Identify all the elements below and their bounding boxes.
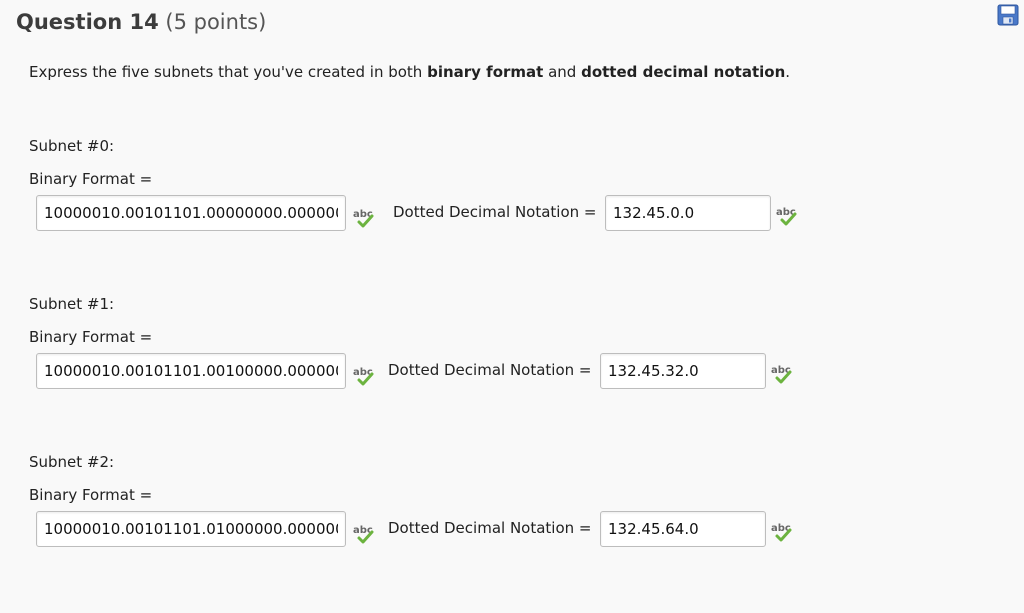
spellcheck-button[interactable]: abc <box>774 205 802 229</box>
dotted-decimal-input[interactable] <box>605 195 771 231</box>
prompt-bold-binary: binary format <box>427 63 544 81</box>
spellcheck-button[interactable]: abc <box>769 363 797 387</box>
spellcheck-icon: abc <box>353 209 374 228</box>
spellcheck-icon: abc <box>353 367 374 386</box>
prompt-text-1: Express the five subnets that you've cre… <box>29 63 428 81</box>
floppy-disk-icon <box>997 4 1019 26</box>
spellcheck-icon: abc <box>771 523 792 542</box>
subnet-block-2: Subnet #2: Binary Format = abc Dotted De… <box>0 453 1024 613</box>
dotted-decimal-input[interactable] <box>600 353 766 389</box>
binary-format-label: Binary Format = <box>29 170 153 188</box>
binary-format-input[interactable] <box>36 195 346 231</box>
question-points: (5 points) <box>165 10 267 34</box>
question-prompt: Express the five subnets that you've cre… <box>29 63 790 81</box>
binary-format-label: Binary Format = <box>29 328 153 346</box>
prompt-text-3: . <box>785 63 791 81</box>
subnet-block-1: Subnet #1: Binary Format = abc Dotted De… <box>0 295 1024 455</box>
spellcheck-button[interactable]: abc <box>351 207 379 231</box>
binary-format-input[interactable] <box>36 353 346 389</box>
spellcheck-button[interactable]: abc <box>351 365 379 389</box>
question-number: Question 14 <box>16 10 159 34</box>
binary-format-input[interactable] <box>36 511 346 547</box>
prompt-text-2: and <box>543 63 582 81</box>
dotted-decimal-label: Dotted Decimal Notation = <box>393 203 597 221</box>
spellcheck-button[interactable]: abc <box>769 521 797 545</box>
dotted-decimal-label: Dotted Decimal Notation = <box>388 519 592 537</box>
binary-format-label: Binary Format = <box>29 486 153 504</box>
spellcheck-icon: abc <box>771 365 792 384</box>
subnet-block-0: Subnet #0: Binary Format = abc Dotted De… <box>0 137 1024 297</box>
subnet-title: Subnet #1: <box>29 295 115 313</box>
save-button[interactable] <box>997 4 1019 26</box>
dotted-decimal-input[interactable] <box>600 511 766 547</box>
subnet-title: Subnet #0: <box>29 137 115 155</box>
question-header: Question 14 (5 points) <box>16 10 266 34</box>
spellcheck-button[interactable]: abc <box>351 523 379 547</box>
spellcheck-icon: abc <box>353 525 374 544</box>
subnet-title: Subnet #2: <box>29 453 115 471</box>
dotted-decimal-label: Dotted Decimal Notation = <box>388 361 592 379</box>
spellcheck-icon: abc <box>776 207 797 226</box>
prompt-bold-decimal: dotted decimal notation <box>581 63 786 81</box>
